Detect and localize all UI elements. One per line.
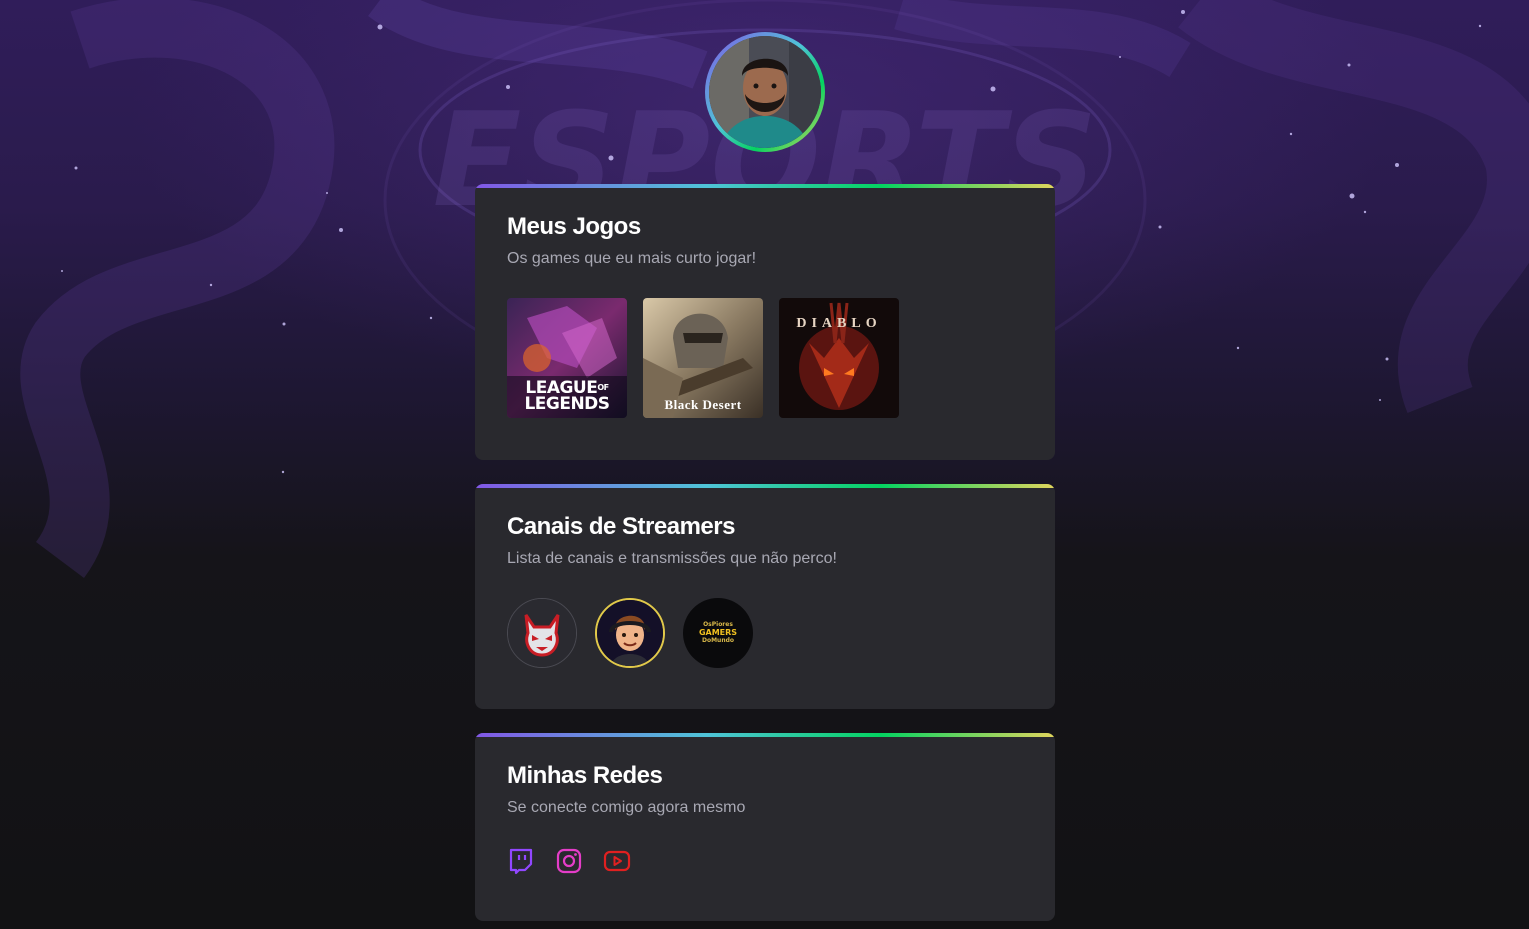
twitch-icon [509, 848, 533, 875]
instagram-link[interactable] [555, 847, 583, 875]
streamers-card-title: Canais de Streamers [507, 513, 735, 540]
streamers-card: Canais de Streamers Lista de canais e tr… [475, 484, 1055, 709]
demon-mascot-icon [508, 599, 576, 667]
game-diablo[interactable]: DIABLO [779, 298, 899, 418]
black-desert-label: Black Desert [664, 397, 742, 412]
streamer-1[interactable] [507, 598, 577, 668]
lol-label-line2: LEGENDS [524, 394, 610, 414]
profile-avatar [705, 32, 825, 152]
social-card-subtitle: Se conecte comigo agora mesmo [507, 799, 746, 816]
game-black-desert[interactable]: Black Desert [643, 298, 763, 418]
streamers-list: OsPiores GAMERS DoMundo [507, 598, 1023, 668]
ospiores-gamers-logo: OsPiores GAMERS DoMundo [683, 598, 753, 668]
social-links [507, 847, 1023, 875]
streamers-card-subtitle: Lista de canais e transmissões que não p… [507, 550, 837, 567]
cartoon-face-icon [597, 600, 663, 666]
ospiores-line3: DoMundo [701, 637, 735, 644]
twitch-link[interactable] [507, 847, 535, 875]
diablo-label: DIABLO [796, 316, 882, 331]
instagram-icon [556, 848, 582, 874]
streamer-2[interactable] [595, 598, 665, 668]
games-card-subtitle: Os games que eu mais curto jogar! [507, 250, 757, 267]
youtube-link[interactable] [603, 847, 631, 875]
lol-label-of: OF [597, 383, 609, 392]
games-card: Meus Jogos Os games que eu mais curto jo… [475, 184, 1055, 460]
social-card-title: Minhas Redes [507, 762, 663, 789]
avatar-photo [709, 36, 821, 148]
league-of-legends-label: LEAGUEOF LEGENDS [507, 380, 627, 414]
games-card-title: Meus Jogos [507, 213, 641, 240]
games-list: LEAGUEOF LEGENDS Black Desert DIABLO [507, 298, 1023, 418]
ospiores-line2: GAMERS [698, 628, 738, 637]
youtube-icon [603, 850, 631, 872]
streamer-3[interactable]: OsPiores GAMERS DoMundo [683, 598, 753, 668]
game-league-of-legends[interactable]: LEAGUEOF LEGENDS [507, 298, 627, 418]
social-card: Minhas Redes Se conecte comigo agora mes… [475, 733, 1055, 921]
